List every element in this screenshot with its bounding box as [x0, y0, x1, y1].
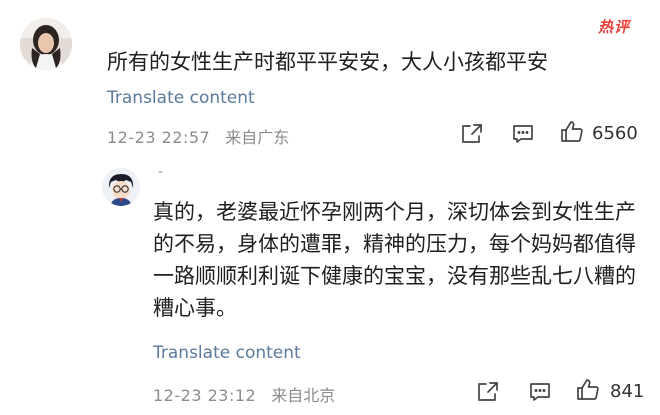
comment-icon[interactable] [511, 122, 535, 146]
comment-location: 来自广东 [225, 128, 290, 147]
thumbs-up-icon[interactable] [560, 120, 584, 144]
commenter-avatar[interactable] [20, 18, 72, 70]
replier-avatar[interactable] [102, 168, 140, 206]
reply-location: 来自北京 [271, 386, 336, 405]
reply-meta: 12-23 23:12 来自北京 [153, 382, 335, 406]
thumbs-up-icon[interactable] [576, 378, 600, 402]
share-icon[interactable] [460, 122, 484, 146]
reply-timestamp: 12-23 23:12 [153, 386, 257, 405]
comment-timestamp: 12-23 22:57 [107, 128, 211, 147]
share-icon[interactable] [476, 380, 500, 404]
comment-text: 所有的女性生产时都平平安安，大人小孩都平安 [107, 50, 548, 74]
translate-link[interactable]: Translate content [107, 88, 255, 108]
reply-text: 真的，老婆最近怀孕刚两个月，深切体会到女性生产的不易，身体的遭罪，精神的压力，每… [153, 200, 636, 320]
replier-name[interactable]: - [158, 164, 163, 180]
comment-icon[interactable] [528, 380, 552, 404]
comment-meta: 12-23 22:57 来自广东 [107, 124, 289, 148]
like-count: 6560 [592, 123, 638, 144]
hot-comment-badge: 热评 [598, 18, 631, 36]
like-count: 841 [610, 381, 645, 402]
translate-link[interactable]: Translate content [153, 343, 301, 363]
